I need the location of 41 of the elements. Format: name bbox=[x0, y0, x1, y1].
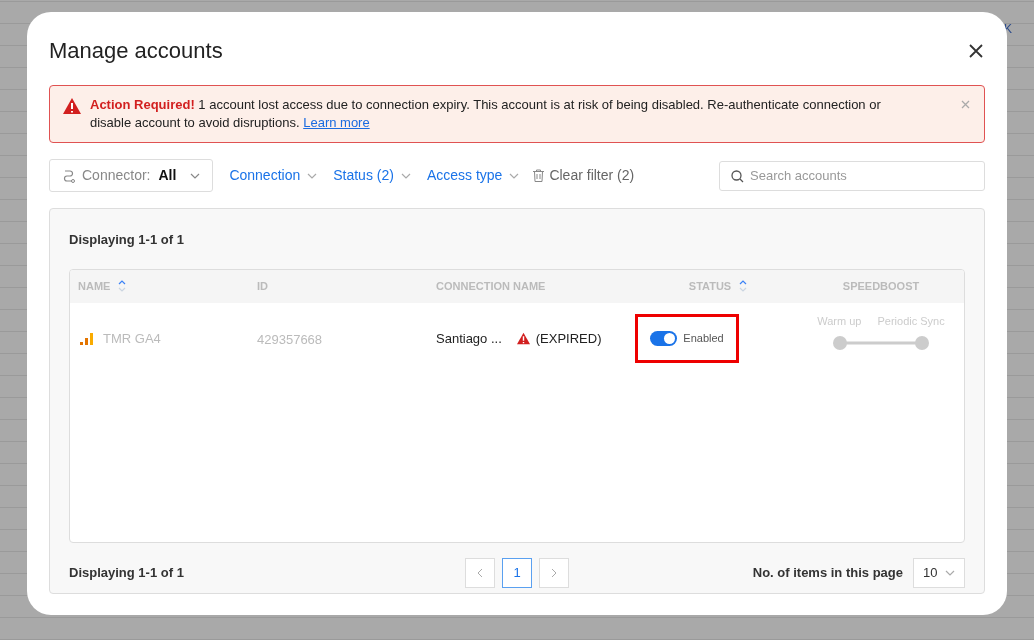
table-cell: 429357668 bbox=[257, 331, 323, 347]
status-toggle[interactable] bbox=[650, 331, 678, 346]
warning-icon bbox=[62, 97, 82, 115]
chevron-right-icon bbox=[551, 567, 557, 578]
column-header: CONNECTION NAME bbox=[436, 278, 546, 294]
filter-dropdown[interactable]: Status (2) bbox=[333, 165, 411, 186]
status-label: Enabled bbox=[683, 331, 724, 347]
expired-label: (EXPIRED) bbox=[535, 329, 602, 348]
filter-dropdown[interactable]: Access type bbox=[426, 165, 520, 186]
caret-icon bbox=[509, 172, 520, 179]
column-header: SPEEDBOOST bbox=[842, 278, 920, 294]
table-cell-text: Santiago ... bbox=[436, 329, 502, 348]
filter-dropdown[interactable]: Connection bbox=[229, 165, 318, 186]
bar-chart-icon bbox=[80, 332, 94, 345]
sort-icon[interactable] bbox=[739, 280, 748, 292]
dialog-title: Manage accounts bbox=[49, 37, 223, 65]
column-header: NAME bbox=[78, 278, 111, 294]
items-per-page-label: No. of items in this page bbox=[752, 563, 903, 582]
clear-filter-button[interactable]: Clear filter (2) bbox=[533, 165, 635, 186]
display-summary: Displaying 1-1 of 1 bbox=[69, 563, 185, 582]
caret-icon bbox=[190, 172, 201, 179]
search-icon bbox=[731, 169, 744, 183]
column-header: STATUS bbox=[688, 278, 732, 294]
table-cell-text: TMR GA4 bbox=[103, 329, 161, 348]
page-button[interactable]: 1 bbox=[502, 557, 532, 588]
caret-icon bbox=[400, 172, 411, 179]
chevron-left-icon bbox=[477, 567, 483, 578]
close-icon[interactable] bbox=[969, 43, 983, 58]
connector-dropdown[interactable]: Connector: All bbox=[49, 159, 214, 192]
search-field[interactable]: Search accounts bbox=[719, 160, 985, 191]
alert-message: Action Required! 1 account lost access due to connection expiry. This account is at risk of being disabled. Re-authenticate connection or disable account to avoid disruptions. Learn more bbox=[90, 96, 882, 132]
learn-more-link[interactable]: Learn more bbox=[303, 115, 370, 130]
trash-icon bbox=[533, 169, 545, 182]
caret-icon bbox=[945, 569, 955, 576]
display-summary: Displaying 1-1 of 1 bbox=[69, 231, 185, 249]
caret-icon bbox=[307, 172, 318, 179]
warning-icon bbox=[515, 332, 531, 345]
sort-icon[interactable] bbox=[118, 280, 127, 292]
items-per-page-dropdown[interactable]: 10 bbox=[913, 557, 965, 588]
plug-icon bbox=[62, 168, 76, 183]
column-header: ID bbox=[257, 278, 268, 294]
